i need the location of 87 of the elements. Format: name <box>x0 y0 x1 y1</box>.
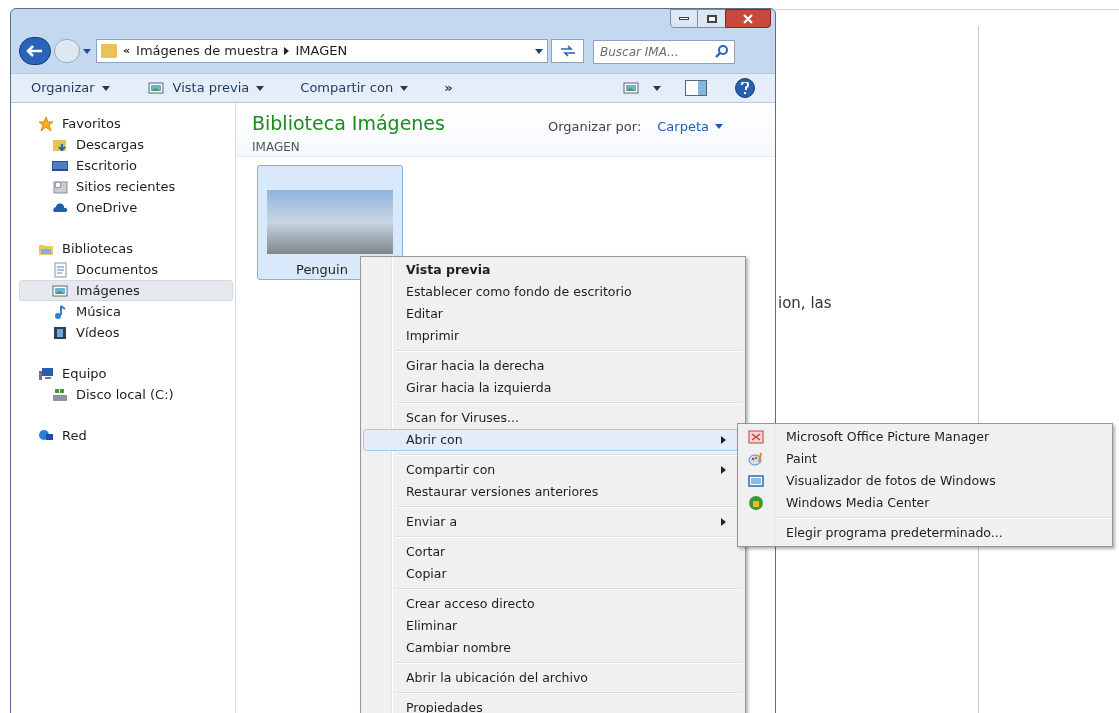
picture-manager-icon <box>748 429 764 445</box>
toolbar-button[interactable]: Compartir con <box>300 78 409 98</box>
menu-item[interactable]: Girar hacia la izquierda <box>363 377 743 399</box>
refresh-button[interactable] <box>551 39 584 63</box>
help-button[interactable] <box>735 78 755 98</box>
star-icon <box>38 115 54 132</box>
address-field[interactable]: « Imágenes de muestra IMAGEN <box>96 39 548 63</box>
breadcrumb-overflow[interactable]: « <box>123 42 131 60</box>
search-field[interactable]: Buscar IMA... <box>593 40 735 64</box>
back-arrow-icon <box>26 44 44 58</box>
recent-pages-caret-icon[interactable] <box>83 48 91 54</box>
submenu-arrow-icon <box>721 466 726 474</box>
breadcrumb-arrow-icon <box>284 47 290 55</box>
caret-icon <box>400 85 409 91</box>
nav-item[interactable]: Imágenes <box>19 280 233 301</box>
question-mark-icon <box>741 82 749 94</box>
document-text: ion, las <box>778 293 832 314</box>
menu-item[interactable]: Copiar <box>363 563 743 585</box>
close-button[interactable] <box>725 9 771 28</box>
maximize-button[interactable] <box>698 9 725 28</box>
nav-item[interactable]: OneDrive <box>19 197 233 218</box>
picture-icon <box>52 282 68 299</box>
nav-item[interactable]: Documentos <box>19 259 233 280</box>
change-view-button[interactable] <box>623 80 661 96</box>
menu-item[interactable]: Imprimir <box>363 325 743 347</box>
maximize-icon <box>706 14 717 23</box>
view-icon <box>623 80 639 96</box>
nav-item[interactable]: Red <box>19 425 233 446</box>
toolbar-button[interactable]: Organizar <box>31 78 110 98</box>
arrange-by-label: Organizar por: <box>547 118 642 136</box>
nav-item[interactable]: Bibliotecas <box>19 238 233 259</box>
breadcrumb-segment[interactable]: Imágenes de muestra <box>136 41 279 61</box>
nav-item[interactable]: Disco local (C:) <box>19 384 233 405</box>
submenu-arrow-icon <box>721 436 726 444</box>
menu-item[interactable]: Microsoft Office Picture Manager <box>740 426 1110 448</box>
folder-icon <box>101 44 117 58</box>
menu-item[interactable]: Abrir la ubicación del archivo <box>363 667 743 689</box>
nav-item[interactable]: Sitios recientes <box>19 176 233 197</box>
hard-drive-icon <box>52 386 68 403</box>
menu-item[interactable]: Windows Media Center <box>740 492 1110 514</box>
file-name: Penguin <box>295 260 348 279</box>
film-strip-icon <box>52 324 68 341</box>
menu-item[interactable]: Establecer como fondo de escritorio <box>363 281 743 303</box>
nav-item[interactable]: Vídeos <box>19 322 233 343</box>
library-subtitle: IMAGEN <box>252 138 301 156</box>
music-note-icon <box>52 303 68 320</box>
photo-viewer-icon <box>748 473 764 489</box>
preview-pane-button[interactable] <box>685 80 707 96</box>
breadcrumb-segment[interactable]: IMAGEN <box>295 41 348 61</box>
submenu-arrow-icon <box>721 518 726 526</box>
palette-icon <box>748 451 764 467</box>
caret-icon <box>101 85 110 91</box>
nav-item[interactable]: Descargas <box>19 134 233 155</box>
search-icon <box>715 44 729 58</box>
menu-item[interactable]: Editar <box>363 303 743 325</box>
caret-icon <box>653 85 661 91</box>
preview-icon <box>145 80 166 96</box>
recent-places-icon <box>52 178 68 195</box>
file-tile[interactable]: Penguin <box>257 165 403 280</box>
menu-item[interactable]: Cortar <box>363 541 743 563</box>
toolbar-button[interactable]: Vista previa <box>145 78 265 98</box>
menu-item[interactable]: Cambiar nombre <box>363 637 743 659</box>
menu-item[interactable]: Girar hacia la derecha <box>363 355 743 377</box>
nav-item[interactable]: Escritorio <box>19 155 233 176</box>
back-button[interactable] <box>19 37 51 65</box>
menu-item[interactable]: Eliminar <box>363 615 743 637</box>
nav-item[interactable]: Equipo <box>19 363 233 384</box>
nav-item[interactable]: Favoritos <box>19 113 233 134</box>
minimize-button[interactable] <box>670 9 698 28</box>
nav-item[interactable]: Música <box>19 301 233 322</box>
menu-item[interactable]: Visualizador de fotos de Windows <box>740 470 1110 492</box>
caret-icon <box>715 124 723 130</box>
menu-item[interactable]: Paint <box>740 448 1110 470</box>
refresh-icon <box>559 45 576 57</box>
arrange-by-dropdown[interactable]: Carpeta <box>657 117 723 137</box>
menu-item[interactable]: Elegir programa predeterminado... <box>740 522 1110 544</box>
library-title: Biblioteca Imágenes <box>252 111 445 136</box>
menu-item[interactable]: Crear acceso directo <box>363 593 743 615</box>
computer-icon <box>38 365 54 382</box>
close-icon <box>742 13 754 24</box>
minimize-icon <box>679 17 689 20</box>
document-icon <box>52 261 68 278</box>
caret-icon <box>535 48 543 54</box>
caret-icon <box>256 85 265 91</box>
more-commands-button[interactable]: » <box>444 78 453 98</box>
media-center-icon <box>748 495 764 511</box>
menu-item[interactable]: Scan for Viruses... <box>363 407 743 429</box>
